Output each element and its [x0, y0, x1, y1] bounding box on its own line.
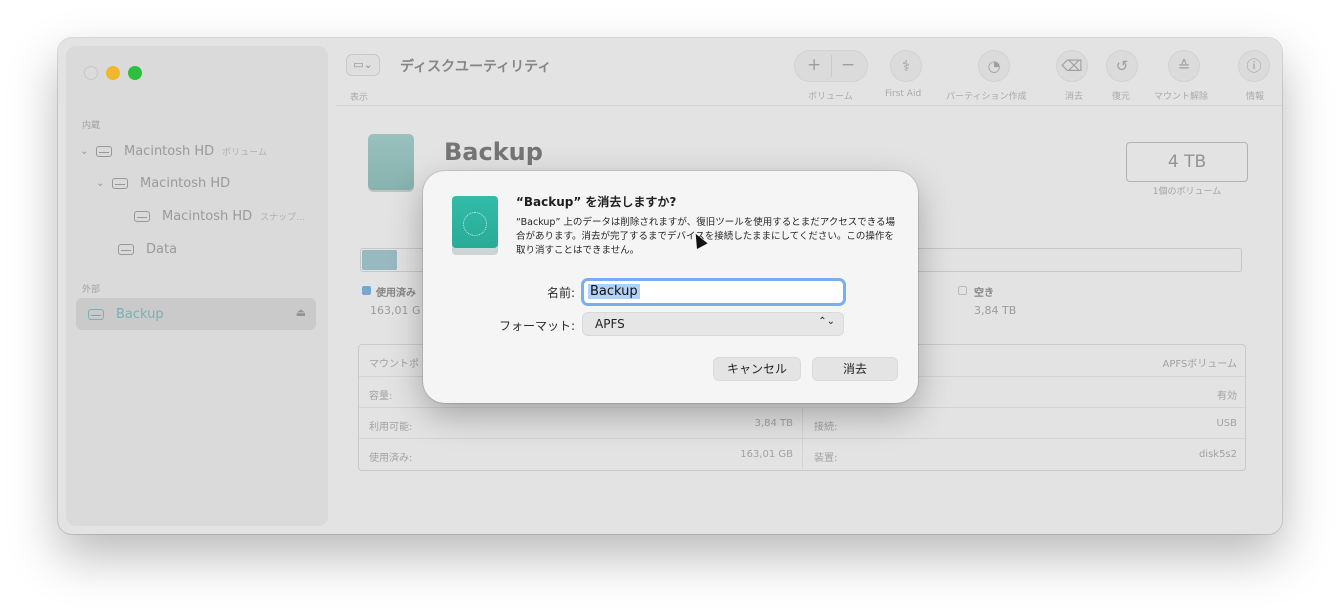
external-disk-icon: [452, 196, 498, 252]
erase-dialog: “Backup” を消去しますか? “Backup” 上のデータは削除されますが…: [423, 171, 918, 403]
chevron-updown-icon: ⌃⌄: [818, 316, 835, 327]
name-field[interactable]: Backup: [581, 278, 846, 306]
format-field-label: フォーマット:: [498, 319, 575, 333]
format-select-value: APFS: [595, 317, 625, 331]
dialog-message: “Backup” 上のデータは削除されますが、復旧ツールを使用するとまだアクセス…: [516, 217, 896, 256]
erase-button[interactable]: 消去: [812, 357, 898, 381]
format-select[interactable]: APFS ⌃⌄: [582, 312, 844, 336]
cancel-button[interactable]: キャンセル: [713, 357, 801, 381]
dialog-title: “Backup” を消去しますか?: [516, 195, 677, 209]
name-field-label: 名前:: [546, 286, 575, 300]
name-field-value: Backup: [588, 284, 640, 299]
